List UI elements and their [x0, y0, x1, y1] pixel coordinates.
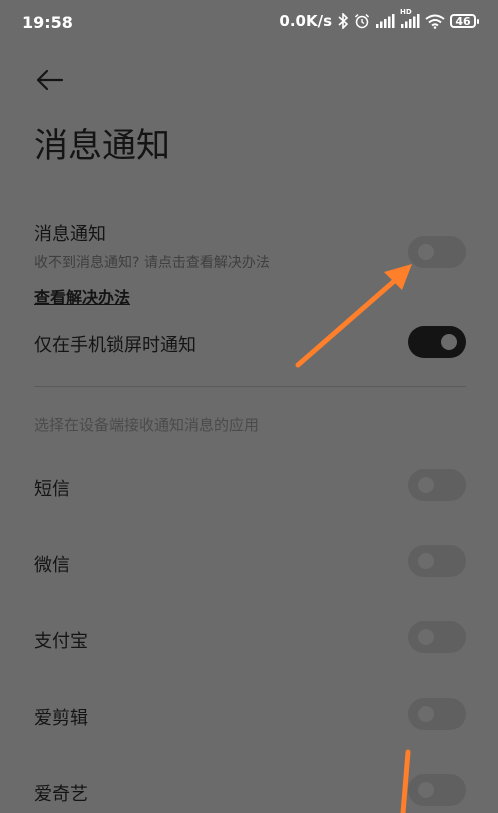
app-toggle-sms[interactable] [408, 469, 466, 501]
arrow-left-icon [36, 69, 64, 91]
toggle-knob [441, 334, 457, 350]
page-title: 消息通知 [34, 126, 170, 166]
back-button[interactable] [34, 64, 66, 96]
wifi-icon [425, 14, 445, 29]
app-label-sms: 短信 [34, 479, 70, 500]
toggle-knob [418, 477, 434, 493]
section-divider [34, 386, 466, 387]
lockscreen-setting-row: 仅在手机锁屏时通知 [34, 331, 466, 357]
notification-subtitle: 收不到消息通知? 请点击查看解决办法 [34, 255, 270, 271]
signal-hd-icon: HD [400, 8, 420, 28]
app-toggle-iqiyi[interactable] [408, 774, 466, 806]
solution-link[interactable]: 查看解决办法 [34, 284, 130, 308]
toggle-knob [418, 553, 434, 569]
bluetooth-icon [337, 13, 349, 29]
toggle-knob [418, 782, 434, 798]
status-icons: 0.0K/s HD 46 [279, 8, 479, 30]
app-toggle-wechat[interactable] [408, 545, 466, 577]
hd-label: HD [400, 8, 412, 16]
notification-title: 消息通知 [34, 224, 106, 245]
toggle-knob [418, 706, 434, 722]
notification-toggle[interactable] [408, 236, 466, 268]
battery-level: 46 [455, 14, 471, 28]
apps-section-label: 选择在设备端接收通知消息的应用 [34, 416, 260, 434]
app-label-wechat: 微信 [34, 555, 70, 576]
app-toggle-alipay[interactable] [408, 621, 466, 653]
alarm-icon [354, 13, 370, 29]
annotation-arrow-icon [400, 749, 411, 813]
app-label-alipay: 支付宝 [34, 631, 88, 652]
lockscreen-title: 仅在手机锁屏时通知 [34, 335, 196, 356]
app-label-iqiyi: 爱奇艺 [34, 784, 88, 805]
status-bar: 19:58 0.0K/s HD 46 [0, 0, 498, 44]
lockscreen-toggle[interactable] [408, 326, 466, 358]
app-label-aijianji: 爱剪辑 [34, 708, 88, 729]
battery-icon: 46 [450, 14, 479, 28]
signal-icon [375, 14, 395, 28]
status-time: 19:58 [22, 13, 73, 32]
app-toggle-aijianji[interactable] [408, 698, 466, 730]
net-speed: 0.0K/s [279, 12, 332, 30]
notification-setting-row: 消息通知 收不到消息通知? 请点击查看解决办法 [34, 220, 466, 272]
toggle-knob [418, 244, 434, 260]
toggle-knob [418, 629, 434, 645]
